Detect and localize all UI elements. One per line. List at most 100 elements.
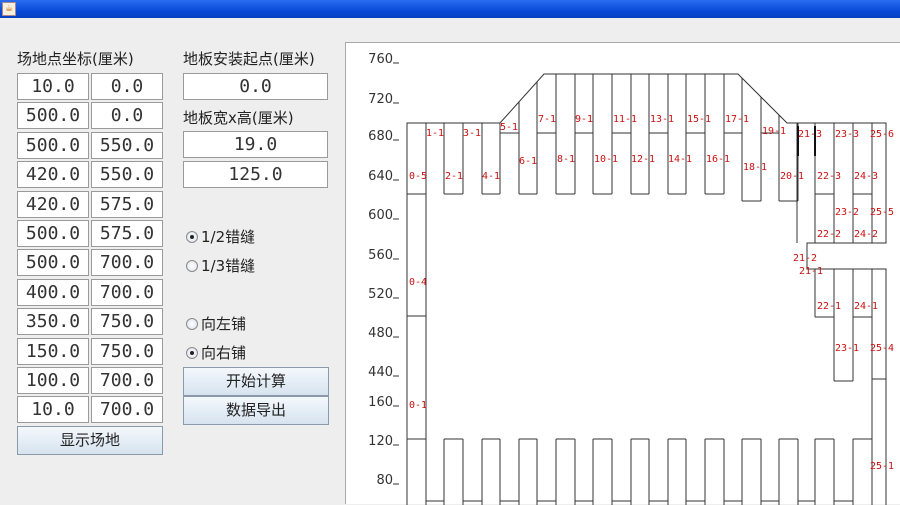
plank-label: 22-3: [817, 171, 841, 182]
y-tick-label: 560: [368, 248, 393, 263]
plank-label: 0-4: [409, 277, 427, 288]
coord-y-input[interactable]: 700.0: [91, 278, 163, 306]
plank-label: 18-1: [743, 162, 767, 173]
radio-icon: [186, 346, 198, 359]
coord-y-input[interactable]: 700.0: [91, 367, 163, 394]
coord-y-input[interactable]: 0.0: [91, 73, 163, 100]
radio-icon: [186, 230, 198, 243]
plank-label: 19-1: [762, 126, 786, 137]
stagger-third-radio[interactable]: 1/3错缝: [186, 255, 255, 276]
plank-label: 24-3: [854, 171, 878, 182]
y-tick-label: 480: [368, 326, 393, 341]
coord-x-input[interactable]: 150.0: [17, 337, 89, 365]
plank-label: 22-1: [817, 301, 841, 312]
plank-label: 22-2: [817, 229, 841, 240]
coord-x-input[interactable]: 500.0: [17, 220, 89, 247]
plank-label: 7-1: [538, 114, 556, 125]
coord-x-input[interactable]: 500.0: [17, 102, 89, 130]
plank-label: 4-1: [482, 171, 500, 182]
radio-label: 1/3错缝: [201, 257, 256, 275]
coord-y-input[interactable]: 550.0: [91, 131, 163, 159]
plank-label: 20-1: [780, 171, 804, 182]
plank-label: 21-3: [798, 129, 822, 140]
y-tick-label: 600: [368, 208, 393, 223]
y-tick-label: 440: [368, 365, 393, 380]
plank-label: 8-1: [557, 154, 575, 165]
y-tick-label: 760: [368, 52, 393, 67]
plank-label: 25-6: [870, 129, 894, 140]
direction-left-radio[interactable]: 向左铺: [186, 313, 246, 334]
y-tick-label: 80: [376, 473, 393, 488]
coord-x-input[interactable]: 420.0: [17, 161, 89, 189]
calculate-button[interactable]: 开始计算: [183, 367, 329, 396]
plank-label: 0-5: [409, 171, 427, 182]
plank-label: 21-1: [799, 266, 823, 277]
coord-y-input[interactable]: 0.0: [91, 102, 163, 130]
coord-x-input[interactable]: 350.0: [17, 308, 89, 336]
y-tick-label: 720: [368, 92, 393, 107]
plank-label: 2-1: [445, 171, 463, 182]
plank-label: 25-4: [870, 343, 894, 354]
y-tick-label: 680: [368, 129, 393, 144]
height-input[interactable]: 125.0: [183, 161, 328, 188]
plank-label: 11-1: [613, 114, 637, 125]
coord-x-input[interactable]: 100.0: [17, 367, 89, 394]
title-bar: ☕: [0, 0, 900, 18]
coord-x-input[interactable]: 400.0: [17, 278, 89, 306]
plank-label: 23-1: [835, 343, 859, 354]
y-tick-label: 640: [368, 169, 393, 184]
radio-label: 向右铺: [201, 344, 247, 362]
java-cup-icon: ☕: [2, 2, 16, 16]
radio-label: 向左铺: [201, 315, 247, 333]
size-label: 地板宽x高(厘米): [183, 109, 294, 127]
coord-x-input[interactable]: 10.0: [17, 396, 89, 424]
coord-y-input[interactable]: 700.0: [91, 249, 163, 277]
coords-label: 场地点坐标(厘米): [17, 50, 134, 68]
coord-y-input[interactable]: 575.0: [91, 190, 163, 218]
plank-label: 5-1: [500, 122, 518, 133]
radio-label: 1/2错缝: [201, 228, 256, 246]
plank-label: 12-1: [631, 154, 655, 165]
radio-icon: [186, 259, 198, 272]
coord-x-input[interactable]: 10.0: [17, 73, 89, 100]
plank-label: 6-1: [519, 156, 537, 167]
width-input[interactable]: 19.0: [183, 131, 328, 158]
coord-x-input[interactable]: 420.0: [17, 190, 89, 218]
coord-y-input[interactable]: 550.0: [91, 161, 163, 189]
plank-label: 25-1: [870, 461, 894, 472]
plank-label: 13-1: [650, 114, 674, 125]
plank-label: 25-5: [870, 207, 894, 218]
coord-y-input[interactable]: 575.0: [91, 220, 163, 247]
plank-label: 15-1: [687, 114, 711, 125]
radio-icon: [186, 317, 198, 330]
plank-label: 9-1: [575, 114, 593, 125]
y-tick-label: 520: [368, 287, 393, 302]
plank-label: 16-1: [706, 154, 730, 165]
show-site-button[interactable]: 显示场地: [17, 426, 163, 455]
coord-x-input[interactable]: 500.0: [17, 249, 89, 277]
direction-right-radio[interactable]: 向右铺: [186, 342, 246, 363]
y-tick-label: 160: [368, 395, 393, 410]
start-label: 地板安装起点(厘米): [183, 50, 315, 68]
plank-label: 17-1: [725, 114, 749, 125]
plank-label: 3-1: [463, 128, 481, 139]
plank-label: 1-1: [426, 128, 444, 139]
coord-y-input[interactable]: 700.0: [91, 396, 163, 424]
coord-x-input[interactable]: 500.0: [17, 131, 89, 159]
floor-layout-drawing: 760 720 680 640 600 560 520 480 440 160 120 80 0-5 1-…: [368, 52, 894, 505]
plank-label: 24-1: [854, 301, 878, 312]
stagger-half-radio[interactable]: 1/2错缝: [186, 226, 255, 247]
coord-y-input[interactable]: 750.0: [91, 337, 163, 365]
plank-label: 21-2: [793, 253, 817, 264]
plank-label: 23-3: [835, 129, 859, 140]
layout-canvas: 760 720 680 640 600 560 520 480 440 160 120 80 0-5 1-…: [345, 42, 900, 505]
plank-label: 14-1: [668, 154, 692, 165]
plank-label: 23-2: [835, 207, 859, 218]
plank-label: 0-1: [409, 400, 427, 411]
plank-label: 10-1: [594, 154, 618, 165]
start-input[interactable]: 0.0: [183, 73, 328, 100]
plank-label: 24-2: [854, 229, 878, 240]
export-button[interactable]: 数据导出: [183, 396, 329, 425]
y-tick-label: 120: [368, 434, 393, 449]
coord-y-input[interactable]: 750.0: [91, 308, 163, 336]
